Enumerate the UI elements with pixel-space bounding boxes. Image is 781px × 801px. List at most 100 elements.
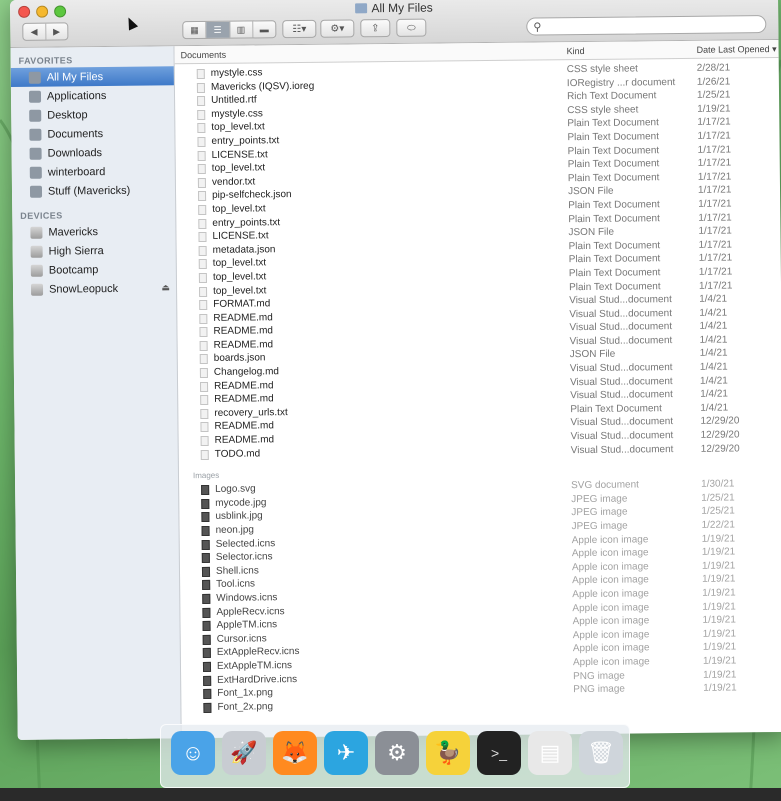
file-icon [203, 675, 212, 686]
dock-launchpad-icon[interactable]: 🚀 [222, 731, 266, 775]
file-name: boards.json [213, 352, 266, 365]
file-date: 1/17/21 [697, 157, 732, 169]
file-kind: Rich Text Document [566, 90, 657, 103]
file-icon [197, 177, 206, 188]
file-kind: Visual Stud...document [570, 443, 674, 456]
file-kind: Visual Stud...document [569, 362, 673, 375]
file-kind: Apple icon image [572, 656, 650, 669]
sidebar-item-desktop[interactable]: Desktop [11, 104, 174, 125]
sidebar-item-stuff-mavericks[interactable]: Stuff (Mavericks) [12, 180, 175, 201]
file-date: 1/19/21 [701, 560, 736, 572]
file-date: 1/17/21 [697, 144, 732, 156]
sidebar-item-label: Stuff (Mavericks) [47, 184, 131, 198]
back-forward-control[interactable]: ◀ ▶ [22, 22, 69, 41]
sidebar-item-label: High Sierra [48, 244, 104, 258]
sidebar-item-all-my-files[interactable]: All My Files [10, 66, 174, 87]
file-icon [196, 68, 205, 80]
file-name: README.md [214, 434, 275, 446]
file-date: 12/29/20 [700, 415, 740, 428]
file-icon [199, 354, 208, 365]
file-kind: Plain Text Document [570, 403, 662, 415]
sidebar-item-downloads[interactable]: Downloads [12, 142, 175, 163]
sidebar: FAVORITES All My Files Applications Deskto… [10, 46, 182, 740]
sidebar-item-label: Bootcamp [48, 263, 99, 277]
icon-view-icon[interactable]: ▦ [183, 21, 207, 39]
dock-trash-icon[interactable]: 🗑 [579, 731, 623, 775]
dock-system-preferences-icon[interactable]: ⚙ [375, 731, 419, 775]
file-date: 1/19/21 [702, 628, 737, 640]
search-field[interactable]: ⚲ [526, 15, 767, 36]
screen-bezel [0, 788, 781, 801]
sidebar-item-bootcamp[interactable]: Bootcamp [13, 259, 176, 280]
forward-arrow-icon[interactable]: ▶ [46, 23, 68, 39]
file-kind: Visual Stud...document [570, 416, 674, 429]
file-kind: JSON File [569, 349, 616, 361]
file-kind: Apple icon image [572, 629, 650, 641]
documents-icon [29, 128, 42, 141]
column-view-icon[interactable]: ▥ [229, 21, 254, 38]
all-files-icon [28, 71, 41, 84]
file-name: top_level.txt [212, 203, 266, 215]
sidebar-item-label: SnowLeopuck [48, 282, 119, 296]
dock-terminal-icon[interactable]: >_ [477, 731, 521, 775]
back-arrow-icon[interactable]: ◀ [23, 23, 46, 40]
file-icon [200, 408, 209, 419]
arrange-button[interactable]: ☷▾ [282, 19, 317, 39]
file-name: neon.jpg [215, 524, 254, 536]
column-date-header[interactable]: Date Last Opened ▾ [697, 44, 777, 56]
file-date: 1/4/21 [699, 375, 728, 387]
sidebar-item-mavericks[interactable]: Mavericks [12, 221, 175, 242]
file-name: Font_1x.png [217, 687, 273, 699]
list-view-icon[interactable]: ☰ [206, 21, 230, 38]
file-kind: JSON File [567, 186, 614, 198]
dock-firefox-icon[interactable]: 🦊 [273, 731, 317, 775]
search-icon: ⚲ [533, 21, 542, 34]
file-icon [198, 204, 207, 215]
sidebar-item-high-sierra[interactable]: High Sierra [13, 240, 176, 261]
file-name: metadata.json [212, 243, 276, 256]
column-kind-header[interactable]: Kind [567, 46, 585, 56]
eject-icon[interactable]: ⏏ [161, 282, 170, 293]
file-date: 2/28/21 [696, 62, 731, 74]
file-icon [200, 435, 209, 447]
file-date: 1/17/21 [697, 171, 732, 183]
sidebar-item-applications[interactable]: Applications [11, 85, 174, 106]
tag-icon: ⬭ [406, 22, 416, 34]
file-kind: Apple icon image [572, 615, 650, 628]
dock-telegram-icon[interactable]: ✈ [324, 731, 368, 775]
dock-cyberduck-icon[interactable]: 🦆 [426, 731, 470, 775]
action-button[interactable]: ⚙▾ [320, 19, 355, 38]
file-name: top_level.txt [212, 257, 267, 270]
file-date: 1/22/21 [701, 519, 735, 531]
file-icon [198, 259, 207, 270]
sidebar-item-winterboard[interactable]: winterboard [12, 161, 175, 182]
tags-button[interactable]: ⬭ [396, 18, 427, 37]
dock-document-icon[interactable]: ▤ [528, 731, 572, 775]
file-name: entry_points.txt [212, 216, 281, 229]
file-name: usblink.jpg [215, 510, 263, 523]
file-kind: PNG image [573, 683, 625, 696]
share-button[interactable]: ⇪ [360, 19, 391, 38]
home-icon [29, 166, 42, 179]
file-name: top_level.txt [212, 271, 267, 283]
file-icon [201, 553, 210, 564]
file-kind: Apple icon image [572, 642, 650, 655]
file-kind: Visual Stud...document [569, 294, 672, 307]
view-mode-control[interactable]: ▦ ☰ ▥ ▬ [182, 20, 277, 40]
coverflow-view-icon[interactable]: ▬ [253, 21, 275, 37]
sidebar-item-documents[interactable]: Documents [11, 123, 174, 144]
file-date: 1/30/21 [701, 478, 735, 491]
file-kind: Apple icon image [571, 533, 649, 546]
file-kind: Plain Text Document [567, 158, 660, 171]
file-name: FORMAT.md [213, 298, 271, 310]
file-icon [197, 136, 206, 148]
file-date: 1/4/21 [699, 361, 728, 373]
file-kind: Apple icon image [571, 547, 649, 560]
column-name-header[interactable]: Documents [181, 50, 227, 60]
file-name: mystyle.css [211, 108, 263, 120]
sidebar-item-snowleopuck[interactable]: SnowLeopuck ⏏ [13, 278, 176, 299]
file-name: entry_points.txt [211, 135, 280, 147]
file-icon [198, 232, 207, 243]
dock-finder-icon[interactable]: ☺ [171, 731, 215, 775]
file-icon [200, 395, 209, 406]
